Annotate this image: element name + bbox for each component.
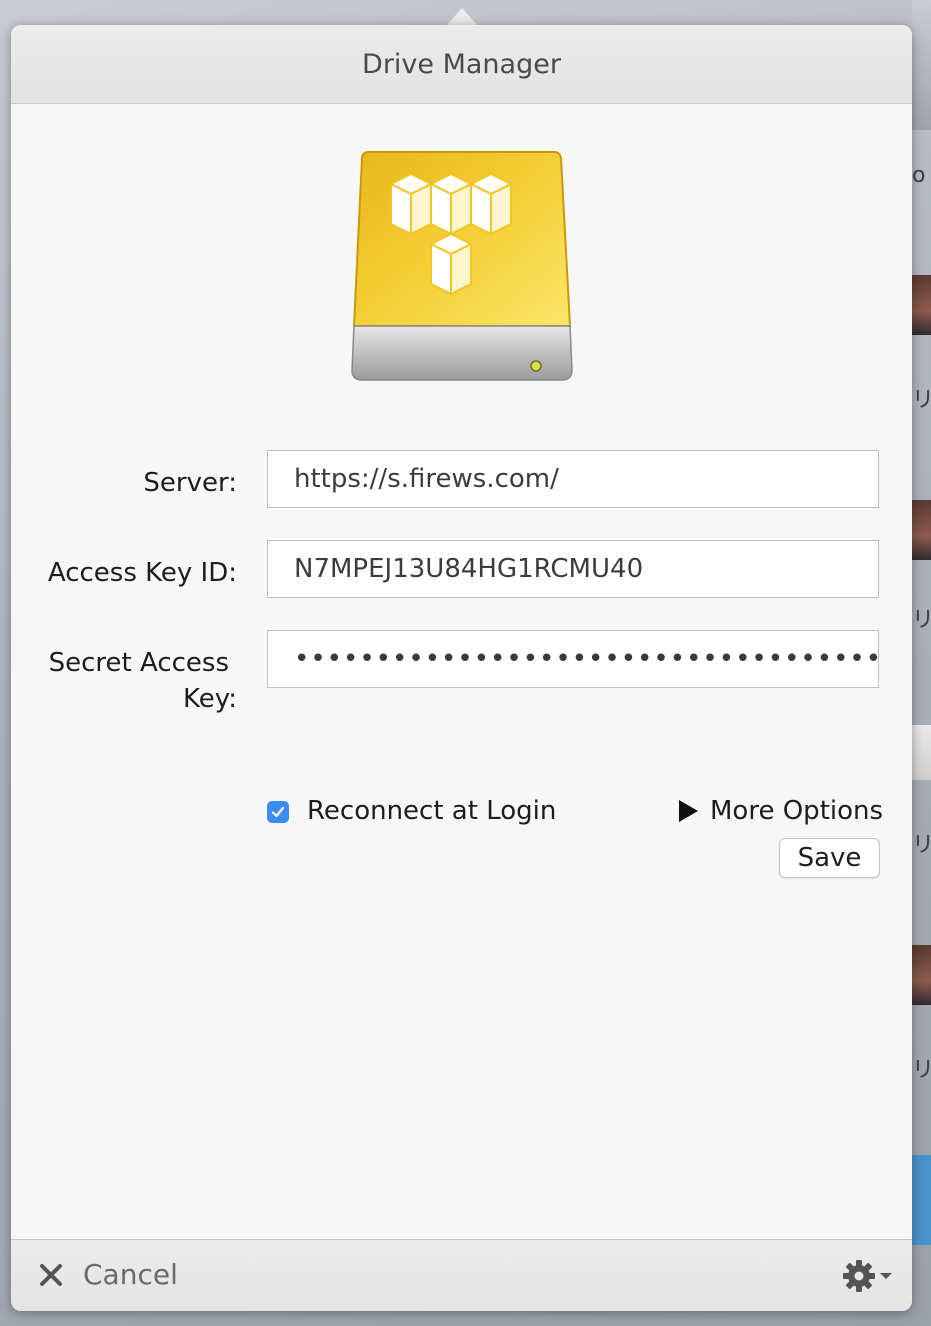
desktop-text-fragment: o [912,163,926,188]
chevron-down-icon [880,1273,892,1279]
desktop-thumbnail [912,275,931,335]
desktop-text-fragment: リ [912,1058,931,1083]
more-options-disclosure[interactable]: More Options [679,793,883,829]
desktop-thumbnail [912,725,931,780]
server-value: https://s.firews.com/ [294,464,559,494]
desktop-thumbnail [912,945,931,1005]
drive-icon [351,151,573,381]
reconnect-checkbox[interactable] [267,801,289,823]
desktop-thumbnail [912,1155,931,1245]
desktop-text-fragment: リ [912,833,931,858]
secret-access-key-label-line1: Secret Access [48,648,229,678]
secret-access-key-field[interactable]: ••••••••••••••••••••••••••••••••••••• [267,630,879,688]
cancel-button[interactable]: Cancel [39,1258,178,1291]
access-key-id-field[interactable]: N7MPEJ13U84HG1RCMU40 [267,540,879,598]
desktop-thumbnail [912,500,931,560]
close-icon [40,1263,62,1286]
secret-access-key-masked-value: ••••••••••••••••••••••••••••••••••••• [294,644,879,674]
drive-manager-popover: Drive Manager Server: https://s.firews.c… [11,25,912,1311]
window-title: Drive Manager [362,48,561,80]
footer-bar: Cancel [11,1239,912,1311]
settings-menu-button[interactable] [841,1258,893,1294]
save-button[interactable]: Save [779,838,880,878]
desktop-text-fragment: リ [912,608,931,633]
access-key-id-value: N7MPEJ13U84HG1RCMU40 [294,554,644,584]
secret-access-key-label-line2: Key: [182,684,237,714]
disclosure-triangle-icon [679,800,698,822]
access-key-id-label: Access Key ID: [47,558,237,588]
popover-arrow [446,8,478,26]
content-area: Server: https://s.firews.com/ Access Key… [11,104,912,1239]
reconnect-label[interactable]: Reconnect at Login [307,793,556,829]
server-label: Server: [143,468,237,498]
server-field[interactable]: https://s.firews.com/ [267,450,879,508]
gear-icon [843,1260,875,1292]
checkmark-icon [271,806,285,818]
cancel-label: Cancel [83,1258,178,1291]
title-bar: Drive Manager [11,25,912,104]
more-options-label: More Options [710,796,884,826]
desktop-text-fragment: リ [912,388,931,413]
desktop-background-strip: o リ リ リ リ [912,0,931,1326]
desktop-thumbnail [912,0,931,130]
